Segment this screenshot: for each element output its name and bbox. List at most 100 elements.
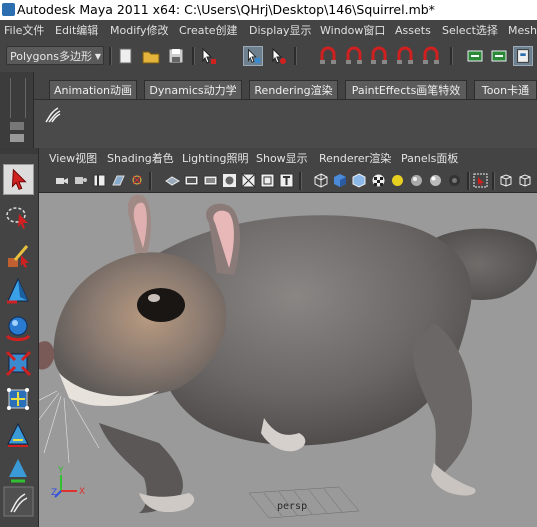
divider xyxy=(294,47,297,65)
safe-action-icon[interactable] xyxy=(260,173,275,188)
wireframe-on-shaded-icon[interactable] xyxy=(352,173,367,188)
toolbox xyxy=(0,148,39,527)
select-hierarchy-icon[interactable] xyxy=(198,46,218,66)
grid-toggle-icon[interactable] xyxy=(165,173,180,188)
image-plane-icon[interactable] xyxy=(111,173,126,188)
bookmarks-icon[interactable] xyxy=(92,173,107,188)
menu-assets[interactable]: Assets xyxy=(395,20,431,41)
shelf-menu-button[interactable] xyxy=(10,134,24,142)
shelf-area: Animation动画 Dynamics动力学 Rendering渲染 Pain… xyxy=(0,72,537,149)
camera-attributes-icon[interactable] xyxy=(73,173,88,188)
shelf-scroll-handle[interactable] xyxy=(10,78,26,118)
select-object-icon[interactable] xyxy=(243,46,263,66)
menu-set-selector[interactable]: Polygons多边形 ▼ xyxy=(6,46,104,65)
shelf-tab-menu-button[interactable] xyxy=(10,122,24,130)
title-bar: Autodesk Maya 2011 x64: C:\Users\QHrj\De… xyxy=(0,0,537,20)
squirrel-model xyxy=(39,194,537,519)
axis-gizmo: Y X Z xyxy=(51,466,85,498)
perspective-viewport[interactable]: Y X Z persp xyxy=(39,193,537,527)
xray-icon[interactable] xyxy=(447,173,462,188)
menu-create[interactable]: Create创建 xyxy=(179,20,238,41)
tab-animation[interactable]: Animation动画 xyxy=(49,80,137,99)
input-connections-icon[interactable] xyxy=(465,46,485,66)
viewport-menu-shading[interactable]: Shading着色 xyxy=(107,148,174,170)
viewport-menu-renderer[interactable]: Renderer渲染 xyxy=(319,148,391,170)
divider xyxy=(192,47,195,65)
open-scene-icon[interactable] xyxy=(141,46,161,66)
snap-grid-icon[interactable] xyxy=(318,46,338,66)
main-menu-bar: File文件 Edit编辑 Modify修改 Create创建 Display显… xyxy=(0,20,537,41)
shelf-side-controls xyxy=(0,72,34,148)
shelf-content xyxy=(34,99,537,149)
menu-modify[interactable]: Modify修改 xyxy=(110,20,168,41)
wireframe-icon[interactable] xyxy=(314,173,329,188)
gate-mask-icon[interactable] xyxy=(222,173,237,188)
divider xyxy=(492,172,495,190)
show-manipulator-icon[interactable] xyxy=(3,453,34,484)
menu-set-value: Polygons多边形 xyxy=(10,50,92,63)
isolate-select-icon[interactable] xyxy=(473,173,488,188)
menu-edit[interactable]: Edit编辑 xyxy=(55,20,98,41)
new-scene-icon[interactable] xyxy=(116,46,136,66)
select-camera-icon[interactable] xyxy=(54,173,69,188)
axis-y-label: Y xyxy=(57,466,64,476)
smooth-shade-icon[interactable] xyxy=(333,173,348,188)
soft-mod-tool-icon[interactable] xyxy=(3,420,34,451)
camera-name-label: persp xyxy=(277,501,308,512)
field-chart-icon[interactable] xyxy=(241,173,256,188)
lasso-tool-icon[interactable] xyxy=(3,202,34,233)
rotate-tool-icon[interactable] xyxy=(3,312,34,343)
resolution-gate-icon[interactable] xyxy=(203,173,218,188)
shadows-icon[interactable] xyxy=(409,173,424,188)
paint-select-tool-icon[interactable] xyxy=(3,240,34,271)
two-d-pan-zoom-icon[interactable] xyxy=(130,173,145,188)
menu-file[interactable]: File文件 xyxy=(4,20,44,41)
viewport-menu-panels[interactable]: Panels面板 xyxy=(401,148,458,170)
tab-rendering[interactable]: Rendering渲染 xyxy=(249,80,338,99)
menu-display[interactable]: Display显示 xyxy=(249,20,312,41)
paint-brush-icon[interactable] xyxy=(42,104,64,126)
render-settings-icon[interactable] xyxy=(513,46,533,66)
viewport-menu-lighting[interactable]: Lighting照明 xyxy=(182,148,248,170)
divider xyxy=(149,172,152,190)
safe-title-icon[interactable] xyxy=(279,173,294,188)
use-all-lights-icon[interactable] xyxy=(390,173,405,188)
axis-z-label: Z xyxy=(51,488,57,498)
select-component-icon[interactable] xyxy=(268,46,288,66)
make-live-icon[interactable] xyxy=(421,46,441,66)
snap-point-icon[interactable] xyxy=(369,46,389,66)
snap-view-plane-icon[interactable] xyxy=(395,46,415,66)
divider xyxy=(450,47,453,65)
divider xyxy=(299,172,302,190)
textured-icon[interactable] xyxy=(371,173,386,188)
save-scene-icon[interactable] xyxy=(166,46,186,66)
divider xyxy=(109,47,112,65)
film-gate-icon[interactable] xyxy=(184,173,199,188)
window-title: Autodesk Maya 2011 x64: C:\Users\QHrj\De… xyxy=(17,2,435,17)
viewport-toolbar xyxy=(39,170,537,193)
chevron-down-icon: ▼ xyxy=(94,52,101,61)
tab-toon[interactable]: Toon卡通 xyxy=(474,80,537,99)
frame-selected-icon[interactable] xyxy=(517,173,532,188)
menu-select[interactable]: Select选择 xyxy=(442,20,498,41)
scale-tool-icon[interactable] xyxy=(3,348,34,379)
tab-dynamics[interactable]: Dynamics动力学 xyxy=(144,80,242,99)
viewport-menu-show[interactable]: Show显示 xyxy=(256,148,308,170)
menu-mesh[interactable]: Mesh网 xyxy=(508,20,537,41)
manipulator-tool-icon[interactable] xyxy=(3,384,34,415)
select-tool-icon[interactable] xyxy=(3,164,34,195)
output-connections-icon[interactable] xyxy=(489,46,509,66)
viewport-menu-bar: View视图 Shading着色 Lighting照明 Show显示 Rende… xyxy=(39,148,537,170)
high-quality-icon[interactable] xyxy=(428,173,443,188)
axis-x-label: X xyxy=(79,487,85,497)
menu-window[interactable]: Window窗口 xyxy=(320,20,385,41)
toolbox-grip xyxy=(0,148,38,154)
status-line: Polygons多边形 ▼ xyxy=(0,41,537,72)
move-tool-icon[interactable] xyxy=(3,276,34,307)
frame-all-icon[interactable] xyxy=(498,173,513,188)
maya-app-icon xyxy=(2,3,15,16)
tab-painteffects[interactable]: PaintEffects画笔特效 xyxy=(345,80,467,99)
snap-curve-icon[interactable] xyxy=(344,46,364,66)
paint-effects-icon[interactable] xyxy=(3,486,34,517)
viewport-menu-view[interactable]: View视图 xyxy=(49,148,97,170)
